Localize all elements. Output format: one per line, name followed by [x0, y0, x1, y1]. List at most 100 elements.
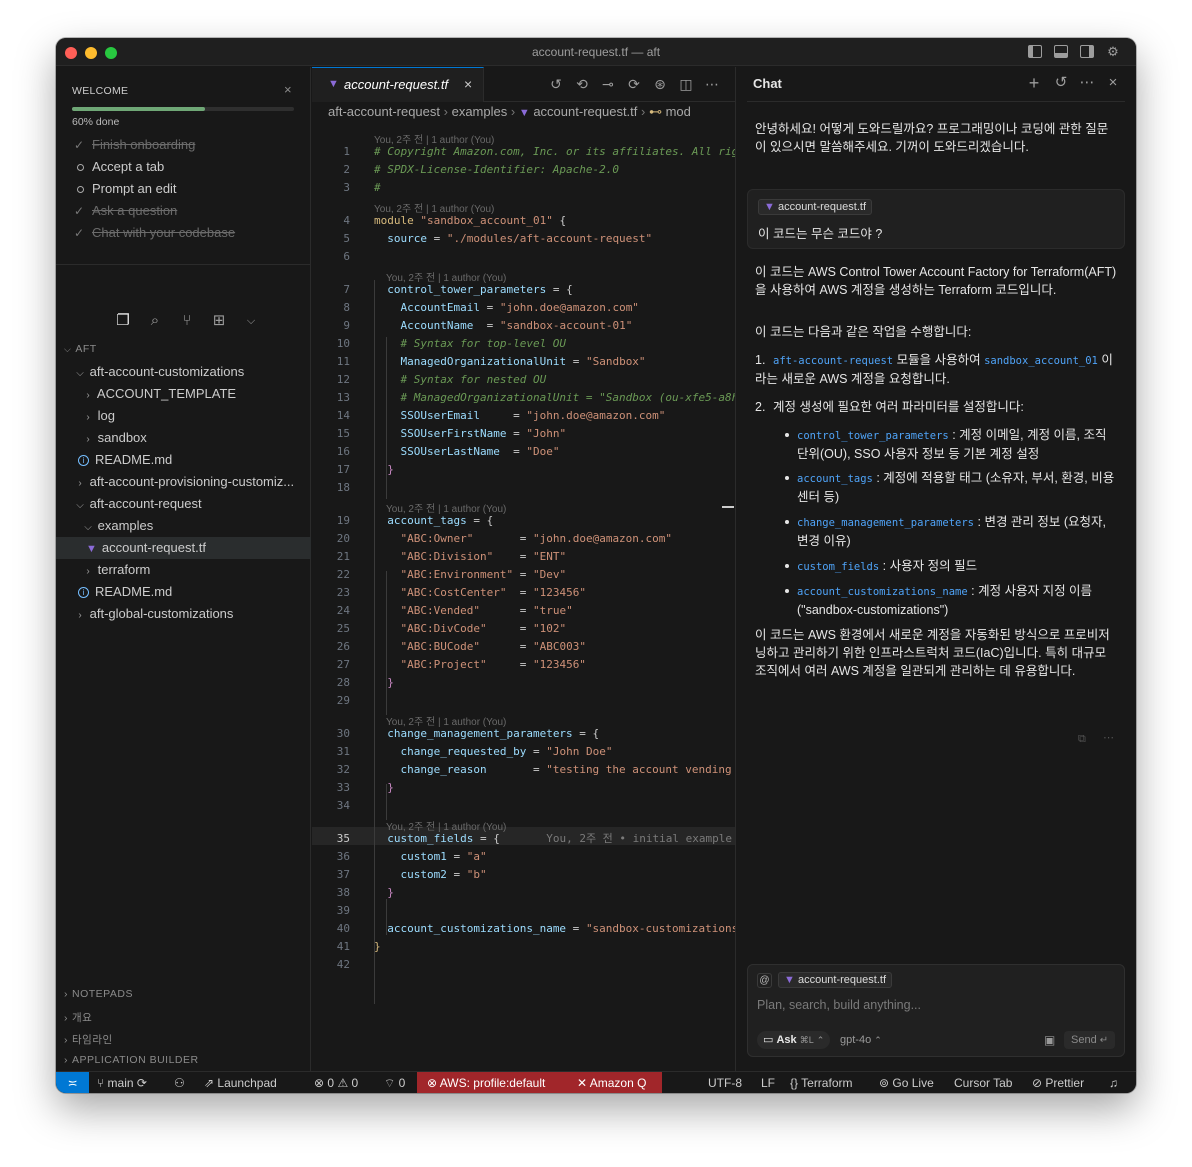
breadcrumb-item[interactable]: mod [666, 104, 691, 119]
source-control-icon[interactable]: ⑂ [178, 312, 196, 330]
branch-status[interactable]: ⑂ main ⟳ [97, 1075, 147, 1091]
tree-item-folder[interactable]: › ACCOUNT_TEMPLATE [56, 383, 311, 405]
account-icon[interactable]: ⚇ [174, 1075, 185, 1091]
code-line: change_reason = "testing the account ven… [400, 763, 732, 776]
chevron-right-icon: › [641, 104, 649, 119]
tree-item-file-selected[interactable]: ▼ account-request.tf [56, 537, 311, 559]
line-number: 22 [336, 568, 350, 581]
remote-icon[interactable]: ≍ [56, 1072, 89, 1093]
code-line: source = "./modules/aft-account-request" [387, 232, 653, 245]
section-timeline[interactable]: › 타임라인 [64, 1032, 113, 1047]
code-line: module "sandbox_account_01" { [374, 214, 567, 227]
inline-blame[interactable]: You, 2주 전 • initial example [546, 832, 732, 845]
language-status[interactable]: {} Terraform [790, 1075, 852, 1091]
new-chat-icon[interactable]: + [1026, 74, 1042, 92]
go-back-icon[interactable]: ⟲ [574, 76, 590, 92]
tree-item-folder[interactable]: › sandbox [56, 427, 311, 449]
info-icon: i [78, 455, 89, 467]
tree-item-folder[interactable]: › aft-global-customizations [56, 603, 311, 625]
search-icon[interactable]: ⌕ [146, 312, 164, 330]
code-line: SSOUserEmail = "john.doe@amazon.com" [400, 409, 666, 422]
breadcrumb-item[interactable]: examples [452, 104, 508, 119]
chat-title[interactable]: Chat [753, 76, 782, 91]
tree-item-folder[interactable]: › log [56, 405, 311, 427]
explorer-icon[interactable]: ❐ [114, 312, 132, 330]
tree-item-folder[interactable]: › terraform [56, 559, 311, 581]
sync-icon: ⟳ [136, 1076, 147, 1090]
go-live-status[interactable]: ⊚ Go Live [879, 1075, 934, 1091]
close-icon[interactable]: × [1105, 75, 1121, 91]
tree-item-file[interactable]: i README.md [56, 581, 311, 603]
chevron-down-icon[interactable]: ⌵ [242, 312, 260, 330]
line-number: 33 [336, 781, 350, 794]
settings-gear-icon[interactable]: ⚙ [1105, 44, 1121, 60]
mention-icon[interactable]: @ [757, 973, 772, 988]
terraform-icon: ▼ [518, 107, 530, 119]
user-message[interactable]: ▼ account-request.tf 이 코드는 무슨 코드야 ? [747, 189, 1125, 249]
cursor-tab-status[interactable]: Cursor Tab [954, 1075, 1012, 1091]
tree-item-folder[interactable]: ⌵ aft-account-request [56, 493, 311, 515]
file-context-chip[interactable]: ▼ account-request.tf [758, 199, 873, 215]
line-number: 12 [336, 373, 350, 386]
launchpad-status[interactable]: ⇗ Launchpad [204, 1075, 277, 1091]
toggle-sidebar-icon[interactable] [1028, 45, 1042, 58]
aws-profile-status[interactable]: ⊗ AWS: profile:default [427, 1075, 545, 1091]
file-context-chip[interactable]: ▼ account-request.tf [778, 972, 893, 988]
amazon-q-status[interactable]: ✕ Amazon Q [577, 1075, 646, 1091]
toggle-secondary-sidebar-icon[interactable] [1080, 45, 1094, 58]
line-number: 41 [336, 940, 350, 953]
git-lens-icon[interactable]: ⊛ [652, 76, 668, 92]
more-icon[interactable]: ⋯ [1079, 75, 1095, 91]
history-icon[interactable]: ↺ [548, 76, 564, 92]
broadcast-icon: ⊚ [879, 1076, 890, 1090]
toggle-panel-icon[interactable] [1054, 45, 1068, 58]
tree-item-folder[interactable]: ⌵ aft-account-customizations [56, 361, 311, 383]
chat-input-box[interactable]: @ ▼ account-request.tf Plan, search, bui… [747, 964, 1125, 1057]
section-application-builder[interactable]: › APPLICATION BUILDER [64, 1054, 199, 1066]
tree-item-file[interactable]: i README.md [56, 449, 311, 471]
close-tab-icon[interactable]: × [464, 76, 472, 92]
editor-tab-active[interactable]: ▼ account-request.tf × [312, 67, 484, 102]
section-notepads[interactable]: › NOTEPADS [64, 988, 133, 1000]
onboarding-item[interactable]: Prompt an edit [74, 180, 177, 198]
tree-item-folder[interactable]: ⌵ examples [56, 515, 311, 537]
answer-step-2: 2. 계정 생성에 필요한 여러 파라미터를 설정합니다: [755, 400, 1024, 414]
extensions-icon[interactable]: ⊞ [210, 312, 228, 330]
more-icon[interactable]: ⋯ [1103, 731, 1114, 744]
onboarding-item[interactable]: ✓ Chat with your codebase [74, 224, 235, 242]
chevron-down-icon: ⌵ [76, 500, 84, 511]
check-icon: ✓ [74, 138, 85, 152]
prettier-status[interactable]: ⊘ Prettier [1032, 1075, 1084, 1091]
explorer-root[interactable]: ⌵ AFT [64, 343, 97, 355]
tree-item-folder[interactable]: › aft-account-provisioning-customiz... [56, 471, 311, 493]
more-actions-icon[interactable]: ⋯ [704, 76, 720, 92]
mode-selector[interactable]: ▭ Ask ⌘L ⌃ [757, 1031, 831, 1049]
ports-status[interactable]: ⌔ 0 [384, 1075, 405, 1091]
model-selector[interactable]: gpt-4o ⌃ [840, 1034, 882, 1046]
history-icon[interactable]: ↺ [1053, 75, 1069, 91]
problems-status[interactable]: ⊗ 0 ⚠ 0 [314, 1075, 358, 1091]
copy-icon[interactable]: ⧉ [1078, 733, 1086, 746]
onboarding-item[interactable]: ✓ Ask a question [74, 202, 177, 220]
braces-icon: {} [790, 1076, 799, 1090]
line-number: 1 [343, 145, 350, 158]
chat-input[interactable]: Plan, search, build anything... [757, 998, 921, 1012]
breadcrumb-item[interactable]: aft-account-request [328, 104, 440, 119]
notifications-bell-icon[interactable]: ♫ [1109, 1075, 1118, 1091]
chevron-right-icon: › [86, 434, 90, 445]
onboarding-item[interactable]: ✓ Finish onboarding [74, 136, 195, 154]
section-outline[interactable]: › 개요 [64, 1010, 92, 1025]
send-button[interactable]: Send ↵ [1064, 1031, 1116, 1049]
chevron-right-icon: › [64, 1012, 68, 1024]
chevron-down-icon: ⌵ [84, 522, 92, 533]
compare-icon[interactable]: ⊸ [600, 76, 616, 92]
welcome-close-icon[interactable]: × [284, 82, 292, 97]
image-icon[interactable]: ▣ [1044, 1033, 1055, 1047]
split-editor-icon[interactable]: ◫ [678, 76, 694, 92]
onboarding-item[interactable]: Accept a tab [74, 158, 164, 176]
encoding-status[interactable]: UTF-8 [708, 1075, 742, 1091]
eol-status[interactable]: LF [761, 1075, 775, 1091]
code-line: } [387, 463, 394, 476]
breadcrumb-item[interactable]: account-request.tf [533, 104, 637, 119]
go-forward-icon[interactable]: ⟳ [626, 76, 642, 92]
